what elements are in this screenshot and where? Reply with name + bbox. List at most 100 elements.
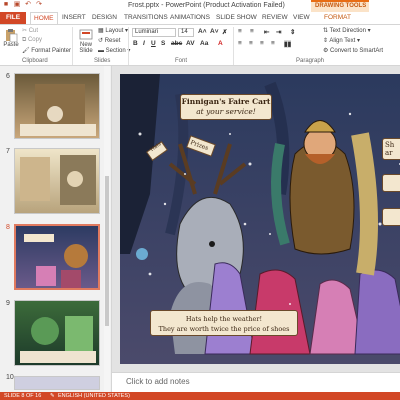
italic-icon[interactable]: I xyxy=(143,40,145,47)
clear-format-icon[interactable]: ✗ xyxy=(222,28,227,36)
increase-indent-icon[interactable]: ⇥ xyxy=(276,28,281,36)
paste-icon xyxy=(6,29,18,42)
slide-edit-area: Finnigan's Faire Cart at your service! P… xyxy=(112,66,400,372)
align-text-button[interactable]: ⇕ Align Text ▾ xyxy=(323,37,360,44)
align-text-label: Align Text xyxy=(329,38,356,44)
tab-animations[interactable]: ANIMATIONS xyxy=(170,12,210,24)
slide-number: 6 xyxy=(6,73,10,80)
ribbon-tabs: FILE HOME INSERT DESIGN TRANSITIONS ANIM… xyxy=(0,12,400,24)
slide-thumbnail[interactable] xyxy=(14,300,100,366)
language-icon[interactable]: ✎ xyxy=(50,392,55,400)
tab-view[interactable]: VIEW xyxy=(293,12,310,24)
notes-pane[interactable]: Click to add notes xyxy=(112,372,400,392)
justify-icon[interactable]: ≡ xyxy=(271,40,275,47)
section-label: Section xyxy=(105,48,126,54)
text-direction-button[interactable]: ⇅ Text Direction ▾ xyxy=(323,27,371,34)
align-center-icon[interactable]: ≡ xyxy=(249,40,253,47)
text-direction-label: Text Direction xyxy=(329,28,366,34)
paste-button[interactable]: Paste xyxy=(2,28,20,48)
tab-insert[interactable]: INSERT xyxy=(62,12,86,24)
font-size-combo[interactable]: 14 xyxy=(178,28,194,37)
copy-label: Copy xyxy=(27,37,42,43)
caption-box[interactable]: Hats help the weather! They are worth tw… xyxy=(150,310,298,336)
numbering-icon[interactable]: ≡ xyxy=(250,28,254,35)
new-slide-button[interactable]: New Slide xyxy=(75,28,97,54)
char-spacing-icon[interactable]: AV xyxy=(186,40,195,47)
tab-format[interactable]: FORMAT xyxy=(324,12,351,24)
cut-button[interactable]: ✂ Cut xyxy=(22,27,38,34)
redo-icon[interactable]: ↷ xyxy=(35,1,43,9)
section-button[interactable]: ▬ Section ▾ xyxy=(98,47,130,54)
paragraph-group-label: Paragraph xyxy=(296,58,325,64)
font-color-icon[interactable]: A xyxy=(218,40,223,47)
notes-placeholder: Click to add notes xyxy=(126,377,190,386)
ribbon-divider xyxy=(233,27,234,65)
columns-icon[interactable]: ▮▮ xyxy=(284,40,292,48)
smartart-button[interactable]: ⚙ Convert to SmartArt xyxy=(323,47,383,54)
align-left-icon[interactable]: ≡ xyxy=(238,40,242,47)
layout-label: Layout xyxy=(105,28,124,34)
caption-line-1: Hats help the weather! xyxy=(185,315,263,323)
shadow-icon[interactable]: S xyxy=(161,40,165,47)
bullets-icon[interactable]: ≡ xyxy=(238,28,242,35)
slide-thumbnail[interactable] xyxy=(14,148,100,214)
ribbon-divider xyxy=(72,27,73,65)
side-speech-box[interactable]: Sh ar xyxy=(382,138,400,160)
slide-thumbnail-selected[interactable] xyxy=(14,224,100,290)
slide-thumbnail[interactable] xyxy=(14,73,100,139)
save-icon[interactable]: ▣ xyxy=(13,1,21,9)
tab-file[interactable]: FILE xyxy=(0,12,26,24)
line-spacing-icon[interactable]: ⇕ xyxy=(290,28,295,36)
slide-number: 8 xyxy=(6,224,10,231)
undo-icon[interactable]: ↶ xyxy=(24,1,32,9)
font-name-combo[interactable]: Luminari xyxy=(132,28,176,37)
copy-button[interactable]: ⧉ Copy xyxy=(22,37,42,44)
status-bar: SLIDE 8 OF 16 ✎ ENGLISH (UNITED STATES) xyxy=(0,392,400,400)
thumbnail-art xyxy=(20,155,96,205)
bold-icon[interactable]: B xyxy=(133,40,138,47)
paste-label: Paste xyxy=(3,42,19,48)
side-text-1: Sh xyxy=(385,141,395,149)
drawing-tools-label: DRAWING TOOLS xyxy=(315,3,367,9)
slide-number: 9 xyxy=(6,300,10,307)
layout-button[interactable]: ▦ Layout ▾ xyxy=(98,27,128,34)
banner-line-1: Finnigan's Faire Cart xyxy=(181,97,271,106)
slide-title-banner[interactable]: Finnigan's Faire Cart at your service! xyxy=(180,94,272,120)
underline-icon[interactable]: U xyxy=(151,40,156,47)
tab-slide-show[interactable]: SLIDE SHOW xyxy=(216,12,257,24)
slide-canvas[interactable]: Finnigan's Faire Cart at your service! P… xyxy=(120,74,400,364)
side-text-2: ar xyxy=(385,149,393,157)
font-group-label: Font xyxy=(175,58,188,64)
tab-transitions[interactable]: TRANSITIONS xyxy=(124,12,168,24)
powerpoint-logo-icon: ■ xyxy=(3,1,9,8)
caption-line-2: They are worth twice the price of shoes xyxy=(158,325,290,333)
thumbnail-scrollbar[interactable] xyxy=(104,66,110,392)
slide-counter: SLIDE 8 OF 16 xyxy=(4,393,42,399)
tab-home[interactable]: HOME xyxy=(30,12,58,24)
tab-review[interactable]: REVIEW xyxy=(262,12,288,24)
scrollbar-thumb[interactable] xyxy=(105,176,109,326)
slide-number: 7 xyxy=(6,148,10,155)
change-case-icon[interactable]: Aa xyxy=(200,40,208,47)
slide-thumbnail[interactable] xyxy=(14,376,100,390)
tab-design[interactable]: DESIGN xyxy=(92,12,117,24)
strikethrough-icon[interactable]: abc xyxy=(171,40,182,47)
language-status[interactable]: ENGLISH (UNITED STATES) xyxy=(58,392,130,400)
shrink-font-icon[interactable]: A˅ xyxy=(210,28,219,35)
new-slide-label: New Slide xyxy=(79,42,93,54)
thumbnail-art xyxy=(20,84,96,136)
reset-button[interactable]: ↺ Reset xyxy=(98,37,120,44)
reset-label: Reset xyxy=(104,38,121,44)
slide-thumbnails-pane: 6 7 8 9 10 xyxy=(0,66,112,392)
align-right-icon[interactable]: ≡ xyxy=(260,40,264,47)
side-speech-box-3[interactable] xyxy=(382,208,400,226)
ribbon: Paste ✂ Cut ⧉ Copy 🖌 Format Painter Clip… xyxy=(0,24,400,66)
decrease-indent-icon[interactable]: ⇤ xyxy=(264,28,269,36)
format-painter-button[interactable]: 🖌 Format Painter xyxy=(22,47,71,54)
grow-font-icon[interactable]: A˄ xyxy=(198,28,207,35)
format-painter-label: Format Painter xyxy=(31,48,71,54)
slide-number: 10 xyxy=(6,374,14,381)
quick-access-toolbar: ■ ▣ ↶ ↷ xyxy=(2,1,43,9)
side-speech-box-2[interactable] xyxy=(382,174,400,192)
thumbnail-art xyxy=(20,316,96,363)
